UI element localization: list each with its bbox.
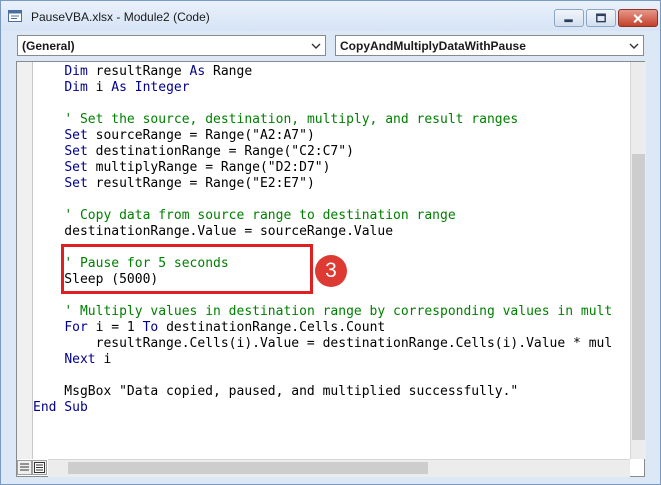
- code-text: resultRange = Range("E2:E7"): [87, 176, 315, 191]
- code-text: destinationRange.Value = sourceRange.Val…: [33, 224, 394, 239]
- procedure-dropdown-value: CopyAndMultiplyDataWithPause: [340, 39, 526, 53]
- code-line[interactable]: For i = 1 To destinationRange.Cells.Coun…: [33, 320, 385, 336]
- code-text: resultRange.Cells(i).Value = destination…: [33, 336, 613, 351]
- minimize-icon: [564, 19, 573, 23]
- code-keyword: To: [142, 320, 159, 335]
- code-keyword: As: [189, 64, 206, 79]
- highlight-box: [61, 244, 313, 294]
- code-keyword: Set: [64, 128, 88, 143]
- code-line[interactable]: End Sub: [33, 400, 88, 416]
- close-icon: [633, 14, 643, 24]
- procedure-dropdown[interactable]: CopyAndMultiplyDataWithPause: [335, 35, 644, 56]
- vertical-scroll-thumb[interactable]: [632, 154, 645, 440]
- window-title: PauseVBA.xlsx - Module2 (Code): [31, 10, 210, 24]
- code-line[interactable]: Dim resultRange As Range: [33, 64, 252, 80]
- code-line[interactable]: Next i: [33, 352, 111, 368]
- code-comment: ' Copy data from source range to destina…: [64, 208, 456, 223]
- code-keyword: Set: [64, 160, 88, 175]
- code-line[interactable]: ' Copy data from source range to destina…: [33, 208, 456, 224]
- code-line[interactable]: MsgBox "Data copied, paused, and multipl…: [33, 384, 518, 400]
- object-dropdown[interactable]: (General): [17, 35, 326, 56]
- code-keyword: End Sub: [33, 400, 88, 415]
- maximize-button[interactable]: [586, 9, 616, 27]
- code-line[interactable]: Set multiplyRange = Range("D2:D7"): [33, 160, 330, 176]
- title-bar[interactable]: PauseVBA.xlsx - Module2 (Code): [1, 1, 660, 31]
- step-badge: 3: [315, 255, 347, 287]
- procedure-view-button[interactable]: [17, 460, 32, 475]
- code-line[interactable]: ' Set the source, destination, multiply,…: [33, 112, 518, 128]
- code-line[interactable]: destinationRange.Value = sourceRange.Val…: [33, 224, 393, 240]
- code-comment: ' Set the source, destination, multiply,…: [64, 112, 519, 127]
- code-text: multiplyRange = Range("D2:D7"): [87, 160, 331, 175]
- code-keyword: Integer: [134, 80, 190, 95]
- code-keyword: Dim: [64, 80, 88, 95]
- full-module-view-button[interactable]: [32, 460, 47, 475]
- code-text: MsgBox "Data copied, paused, and multipl…: [33, 384, 519, 399]
- code-text: sourceRange = Range("A2:A7"): [87, 128, 315, 143]
- maximize-icon: [596, 13, 606, 23]
- code-keyword: Set: [64, 144, 88, 159]
- vba-module-icon: [8, 10, 22, 22]
- code-keyword: As: [111, 80, 127, 95]
- code-keyword: For: [64, 320, 88, 335]
- vertical-scrollbar[interactable]: [630, 62, 646, 459]
- horizontal-scrollbar[interactable]: [48, 459, 630, 477]
- margin-indicator-bar[interactable]: [17, 62, 33, 459]
- code-keyword: Set: [64, 176, 88, 191]
- code-line[interactable]: Set destinationRange = Range("C2:C7"): [33, 144, 354, 160]
- code-comment: ' Multiply values in destination range b…: [64, 304, 613, 319]
- vba-code-window: PauseVBA.xlsx - Module2 (Code) (General)…: [0, 0, 661, 485]
- full-module-view-icon: [34, 462, 45, 473]
- object-dropdown-value: (General): [22, 39, 75, 53]
- chevron-down-icon[interactable]: [309, 38, 323, 53]
- minimize-button[interactable]: [554, 9, 584, 27]
- code-text: i: [95, 352, 112, 367]
- code-text: resultRange: [87, 64, 190, 79]
- code-line[interactable]: Set resultRange = Range("E2:E7"): [33, 176, 315, 192]
- procedure-view-icon: [20, 463, 29, 471]
- code-text: destinationRange.Cells.Count: [158, 320, 386, 335]
- code-text: i: [87, 80, 112, 95]
- code-toolbar: (General) CopyAndMultiplyDataWithPause: [1, 31, 660, 61]
- code-line[interactable]: Dim i As Integer: [33, 80, 190, 96]
- close-button[interactable]: [618, 9, 658, 27]
- code-keyword: Next: [64, 352, 96, 367]
- code-keyword: Dim: [64, 64, 88, 79]
- code-text: destinationRange = Range("C2:C7"): [87, 144, 354, 159]
- code-line[interactable]: resultRange.Cells(i).Value = destination…: [33, 336, 613, 352]
- code-text: Range: [205, 64, 253, 79]
- horizontal-scroll-thumb[interactable]: [68, 462, 428, 474]
- chevron-down-icon[interactable]: [627, 38, 641, 53]
- code-text: i = 1: [87, 320, 143, 335]
- code-line[interactable]: ' Multiply values in destination range b…: [33, 304, 612, 320]
- code-line[interactable]: Set sourceRange = Range("A2:A7"): [33, 128, 315, 144]
